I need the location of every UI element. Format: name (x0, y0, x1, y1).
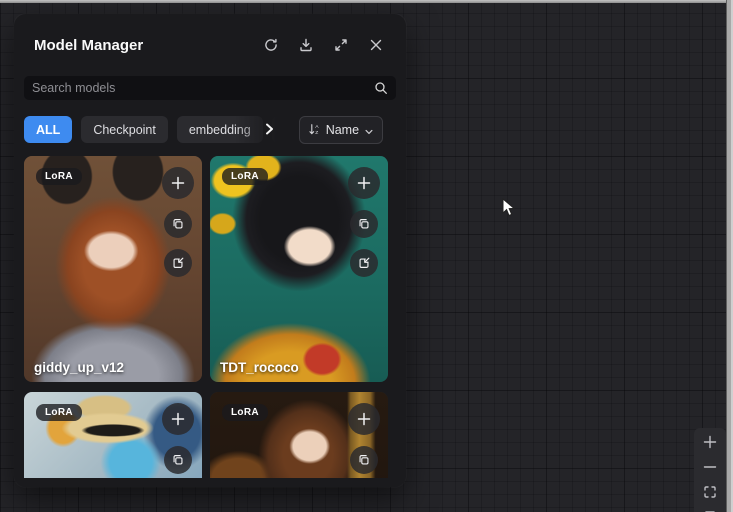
copy-button[interactable] (164, 446, 192, 474)
zoom-out-icon[interactable] (697, 456, 723, 478)
add-model-button[interactable] (348, 403, 380, 435)
chip-scroll-right-icon[interactable] (261, 121, 277, 137)
fit-view-icon[interactable] (697, 481, 723, 503)
refresh-icon[interactable] (263, 37, 279, 53)
zoom-in-icon[interactable] (697, 431, 723, 453)
copy-button[interactable] (350, 446, 378, 474)
filter-chip-strip: ALL Checkpoint embedding Hype (24, 116, 291, 143)
canvas-zoom-toolbar (694, 428, 726, 512)
model-manager-panel: Model Manager (14, 14, 406, 487)
filter-row: ALL Checkpoint embedding Hype A Z Name (24, 116, 396, 143)
panel-header: Model Manager (24, 34, 396, 56)
model-name: TDT_rococo (220, 360, 299, 375)
model-card-giddy-up-v12[interactable]: LoRA giddy_up_v12 (24, 156, 202, 382)
extra-control-icon[interactable] (697, 506, 723, 512)
filter-chip-embedding[interactable]: embedding (177, 116, 263, 143)
sort-alpha-icon: A Z (308, 123, 321, 137)
model-card-3[interactable]: LoRA (24, 392, 202, 478)
filter-chip-all[interactable]: ALL (24, 116, 72, 143)
model-card-4[interactable]: LoRA (210, 392, 388, 478)
copy-button[interactable] (350, 210, 378, 238)
add-model-button[interactable] (348, 167, 380, 199)
window-frame-top (0, 0, 733, 3)
card-actions (348, 167, 380, 277)
window-frame-right (726, 0, 733, 512)
model-card-grid: LoRA giddy_up_v12 LoRA (24, 156, 396, 478)
model-type-badge: LoRA (222, 404, 268, 421)
import-button[interactable] (164, 249, 192, 277)
panel-toolbar (263, 37, 396, 53)
add-model-button[interactable] (162, 403, 194, 435)
search-input[interactable] (32, 81, 374, 95)
import-button[interactable] (350, 249, 378, 277)
svg-text:Z: Z (315, 130, 318, 136)
panel-title: Model Manager (24, 37, 263, 54)
close-icon[interactable] (368, 37, 384, 53)
card-actions (348, 403, 380, 474)
sort-dropdown[interactable]: A Z Name (299, 116, 383, 144)
card-actions (162, 403, 194, 474)
card-actions (162, 167, 194, 277)
copy-button[interactable] (164, 210, 192, 238)
model-type-badge: LoRA (36, 168, 82, 185)
model-card-tdt-rococo[interactable]: LoRA TDT_rococo (210, 156, 388, 382)
model-type-badge: LoRA (36, 404, 82, 421)
sort-label: Name (326, 123, 359, 137)
model-name: giddy_up_v12 (34, 360, 124, 375)
chevron-down-icon (364, 124, 374, 135)
expand-icon[interactable] (333, 37, 349, 53)
search-bar (24, 76, 396, 100)
search-icon[interactable] (374, 81, 388, 95)
add-model-button[interactable] (162, 167, 194, 199)
filter-chip-checkpoint[interactable]: Checkpoint (81, 116, 168, 143)
download-icon[interactable] (298, 37, 314, 53)
model-type-badge: LoRA (222, 168, 268, 185)
